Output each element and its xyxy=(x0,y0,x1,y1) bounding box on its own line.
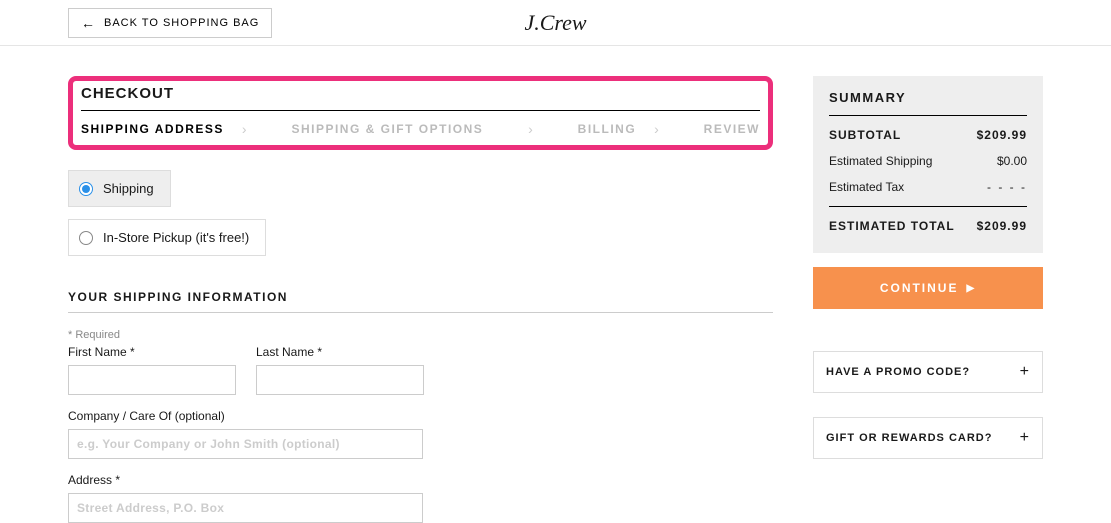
step-review: REVIEW xyxy=(704,122,760,136)
checkout-steps: SHIPPING ADDRESS › SHIPPING & GIFT OPTIO… xyxy=(81,111,760,137)
first-name-input[interactable] xyxy=(68,365,236,395)
address-input[interactable] xyxy=(68,493,423,523)
step-shipping-address[interactable]: SHIPPING ADDRESS xyxy=(81,122,224,136)
checkout-title: CHECKOUT xyxy=(81,85,760,111)
pickup-label: In-Store Pickup (it's free!) xyxy=(103,230,249,245)
shipping-info-title: YOUR SHIPPING INFORMATION xyxy=(68,268,773,313)
continue-label: CONTINUE xyxy=(880,281,959,295)
promo-code-expander[interactable]: HAVE A PROMO CODE? + xyxy=(813,351,1043,393)
last-name-label: Last Name * xyxy=(256,345,424,359)
summary-title: SUMMARY xyxy=(829,90,1027,116)
subtotal-label: SUBTOTAL xyxy=(829,128,901,142)
shipping-label: Shipping xyxy=(103,181,154,196)
step-billing: BILLING xyxy=(578,122,637,136)
gift-label: GIFT OR REWARDS CARD? xyxy=(826,432,992,444)
est-tax-label: Estimated Tax xyxy=(829,180,904,194)
address-label: Address * xyxy=(68,473,423,487)
chevron-right-icon: › xyxy=(654,121,659,137)
company-label: Company / Care Of (optional) xyxy=(68,409,423,423)
est-shipping-label: Estimated Shipping xyxy=(829,154,932,168)
order-summary: SUMMARY SUBTOTAL $209.99 Estimated Shipp… xyxy=(813,76,1043,253)
arrow-left-icon: ← xyxy=(81,16,96,30)
chevron-right-icon: › xyxy=(528,121,533,137)
promo-label: HAVE A PROMO CODE? xyxy=(826,366,970,378)
checkout-header-highlight: CHECKOUT SHIPPING ADDRESS › SHIPPING & G… xyxy=(68,76,773,150)
est-tax-value: - - - - xyxy=(987,180,1027,194)
est-total-value: $209.99 xyxy=(977,219,1027,233)
est-shipping-value: $0.00 xyxy=(997,154,1027,168)
continue-button[interactable]: CONTINUE ▶ xyxy=(813,267,1043,309)
back-label: BACK TO SHOPPING BAG xyxy=(104,17,259,29)
delivery-shipping-option[interactable]: Shipping xyxy=(68,170,171,207)
plus-icon: + xyxy=(1020,429,1030,447)
company-input[interactable] xyxy=(68,429,423,459)
gift-card-expander[interactable]: GIFT OR REWARDS CARD? + xyxy=(813,417,1043,459)
top-bar: ← BACK TO SHOPPING BAG J.Crew xyxy=(0,0,1111,46)
delivery-pickup-option[interactable]: In-Store Pickup (it's free!) xyxy=(68,219,266,256)
triangle-right-icon: ▶ xyxy=(966,283,976,294)
sidebar-column: SUMMARY SUBTOTAL $209.99 Estimated Shipp… xyxy=(813,76,1043,459)
step-shipping-options: SHIPPING & GIFT OPTIONS xyxy=(291,122,483,136)
chevron-right-icon: › xyxy=(242,121,247,137)
brand-logo: J.Crew xyxy=(524,10,586,36)
radio-on-icon xyxy=(79,182,93,196)
radio-off-icon xyxy=(79,231,93,245)
est-total-label: ESTIMATED TOTAL xyxy=(829,219,955,233)
main-column: CHECKOUT SHIPPING ADDRESS › SHIPPING & G… xyxy=(68,76,773,523)
back-to-bag-button[interactable]: ← BACK TO SHOPPING BAG xyxy=(68,8,272,38)
plus-icon: + xyxy=(1020,363,1030,381)
required-note: * Required xyxy=(68,313,773,345)
last-name-input[interactable] xyxy=(256,365,424,395)
subtotal-value: $209.99 xyxy=(977,128,1027,142)
first-name-label: First Name * xyxy=(68,345,236,359)
